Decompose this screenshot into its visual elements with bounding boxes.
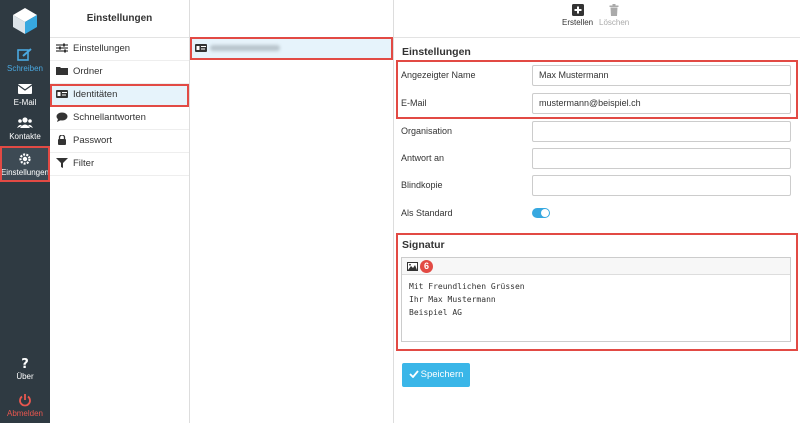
step-badge: 6 bbox=[420, 260, 433, 273]
check-icon bbox=[408, 370, 419, 379]
image-icon[interactable] bbox=[407, 262, 418, 271]
nav-mail[interactable]: E-Mail bbox=[0, 76, 50, 112]
nav-compose[interactable]: Schreiben bbox=[0, 42, 50, 78]
name-input[interactable]: Max Mustermann bbox=[532, 65, 791, 86]
settings-item-label: Filter bbox=[73, 158, 95, 169]
field-row-reply-to: Antwort an bbox=[401, 148, 791, 170]
settings-item-label: Identitäten bbox=[73, 89, 118, 100]
nav-settings-label: Einstellungen bbox=[0, 168, 50, 177]
identity-name-redacted bbox=[210, 45, 280, 51]
signature-textarea[interactable]: Mit Freundlichen Grüssen Ihr Max Musterm… bbox=[402, 275, 790, 324]
nav-contacts[interactable]: Kontakte bbox=[0, 110, 50, 146]
create-button[interactable]: Erstellen bbox=[562, 4, 593, 27]
nav-logout[interactable]: Abmelden bbox=[0, 387, 50, 423]
identities-list bbox=[190, 0, 394, 423]
create-label: Erstellen bbox=[562, 18, 594, 27]
settings-item-preferences[interactable]: Einstellungen bbox=[50, 38, 189, 61]
delete-label: Löschen bbox=[599, 18, 630, 27]
contacts-icon bbox=[17, 117, 33, 128]
organisation-label: Organisation bbox=[401, 126, 453, 136]
settings-item-filter[interactable]: Filter bbox=[50, 153, 189, 176]
nav-mail-label: E-Mail bbox=[13, 98, 37, 107]
nav-compose-label: Schreiben bbox=[6, 64, 44, 73]
field-row-default: Als Standard bbox=[401, 203, 791, 225]
field-row-organisation: Organisation bbox=[401, 121, 791, 143]
field-row-name: Angezeigter Name Max Mustermann bbox=[401, 65, 791, 87]
organisation-input[interactable] bbox=[532, 121, 791, 142]
app-logo bbox=[10, 6, 40, 36]
email-input[interactable]: mustermann@beispiel.ch bbox=[532, 93, 791, 114]
settings-item-label: Einstellungen bbox=[73, 43, 131, 54]
signature-line: Mit Freundlichen Grüssen bbox=[409, 282, 525, 291]
field-row-email: E-Mail mustermann@beispiel.ch bbox=[401, 93, 791, 115]
plus-square-icon bbox=[571, 4, 584, 16]
lock-icon bbox=[58, 135, 66, 146]
sliders-icon bbox=[56, 43, 68, 53]
identity-section-title: Einstellungen bbox=[402, 46, 471, 58]
settings-item-label: Schnellantworten bbox=[73, 112, 146, 123]
signature-editor: 6 Mit Freundlichen Grüssen Ihr Max Muste… bbox=[401, 257, 791, 342]
delete-button[interactable]: Löschen bbox=[599, 4, 629, 27]
field-row-bcc: Blindkopie bbox=[401, 175, 791, 197]
folder-icon bbox=[56, 67, 68, 76]
reply-to-label: Antwort an bbox=[401, 153, 445, 163]
settings-item-responses[interactable]: Schnellantworten bbox=[50, 107, 189, 130]
settings-item-label: Ordner bbox=[73, 66, 103, 77]
main-navigation: Schreiben E-Mail Kontakte Einstellungen … bbox=[0, 0, 50, 423]
signature-toolbar: 6 bbox=[402, 258, 790, 275]
settings-item-identities[interactable]: Identitäten bbox=[50, 84, 189, 107]
id-card-icon bbox=[195, 44, 207, 52]
settings-item-password[interactable]: Passwort bbox=[50, 130, 189, 153]
svg-text:?: ? bbox=[21, 357, 29, 370]
comment-icon bbox=[56, 112, 68, 123]
nav-settings[interactable]: Einstellungen bbox=[0, 146, 50, 182]
reply-to-input[interactable] bbox=[532, 148, 791, 169]
filter-icon bbox=[56, 158, 68, 169]
settings-item-label: Passwort bbox=[73, 135, 113, 146]
save-label: Speichern bbox=[420, 369, 464, 380]
save-button[interactable]: Speichern bbox=[402, 363, 470, 387]
compose-icon bbox=[17, 48, 32, 61]
power-icon bbox=[19, 394, 31, 407]
toolbar: Erstellen Löschen bbox=[394, 0, 800, 38]
trash-icon bbox=[609, 4, 619, 16]
signature-title: Signatur bbox=[402, 239, 445, 251]
default-toggle[interactable] bbox=[532, 208, 550, 218]
email-label: E-Mail bbox=[401, 98, 427, 108]
bcc-input[interactable] bbox=[532, 175, 791, 196]
bcc-label: Blindkopie bbox=[401, 180, 443, 190]
nav-contacts-label: Kontakte bbox=[9, 132, 41, 141]
signature-line: Beispiel AG bbox=[409, 308, 462, 317]
name-label: Angezeigter Name bbox=[401, 70, 476, 80]
identities-list-header bbox=[190, 0, 393, 38]
nav-about[interactable]: ? Über bbox=[0, 350, 50, 386]
default-label: Als Standard bbox=[401, 208, 453, 218]
identity-row-selected[interactable] bbox=[190, 37, 393, 60]
nav-about-label: Über bbox=[16, 372, 34, 381]
envelope-icon bbox=[17, 84, 33, 94]
nav-logout-label: Abmelden bbox=[6, 409, 44, 418]
question-icon: ? bbox=[21, 357, 29, 370]
id-card-icon bbox=[56, 90, 68, 99]
settings-menu: Einstellungen Einstellungen Ordner Ident… bbox=[50, 0, 190, 423]
settings-item-folders[interactable]: Ordner bbox=[50, 61, 189, 84]
settings-menu-title: Einstellungen bbox=[50, 0, 189, 38]
signature-line: Ihr Max Mustermann bbox=[409, 295, 496, 304]
gear-icon bbox=[19, 153, 31, 165]
